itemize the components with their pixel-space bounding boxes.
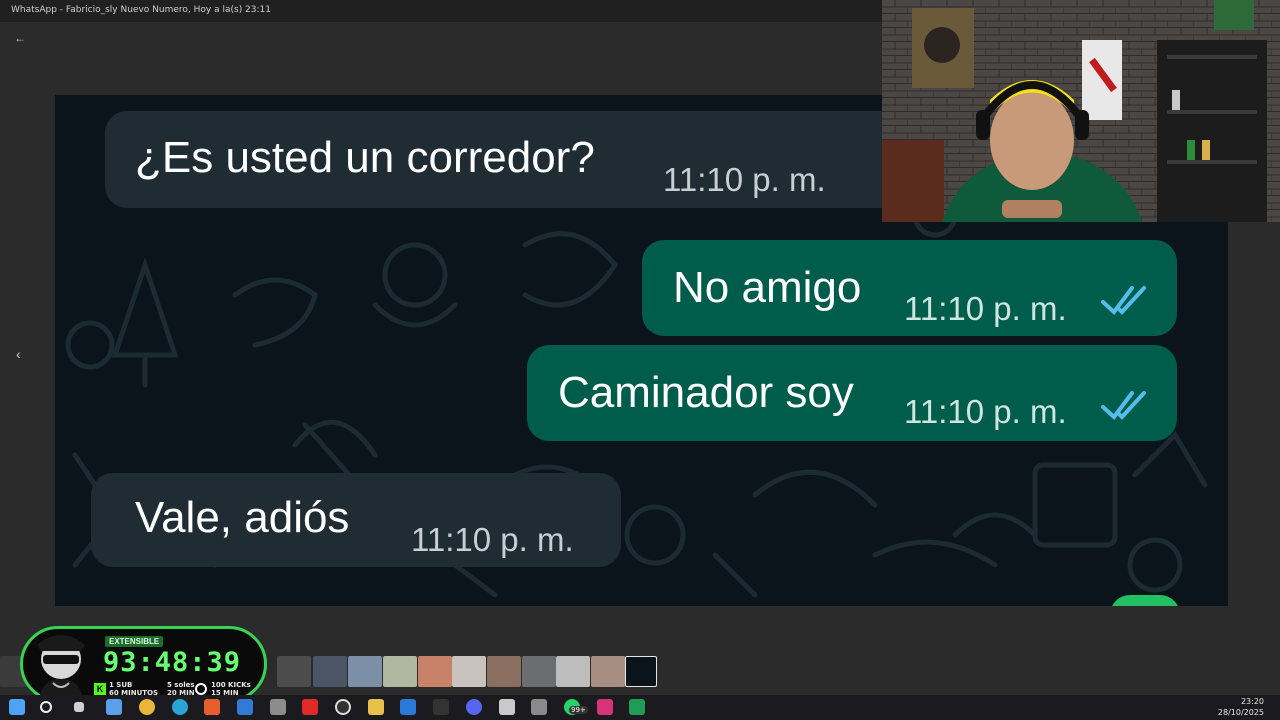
message-time: 11:10 p. m. [904,290,1067,327]
thumbnail[interactable] [418,656,452,687]
message-time: 11:10 p. m. [904,393,1067,430]
task-view-icon[interactable] [74,702,84,712]
app-icon[interactable] [400,699,416,715]
timer-clock: 93:48:39 [103,647,242,678]
thumbnail[interactable] [277,656,311,687]
excel-icon[interactable] [629,699,645,715]
app-icon[interactable] [106,699,122,715]
read-receipt-icon [1101,391,1146,420]
system-clock[interactable]: 23:20 28/10/2025 [1218,696,1264,718]
timer-badge: EXTENSIBLE [105,636,164,647]
chrome-icon[interactable] [139,699,155,715]
message-bubble-incoming: ¿Es usted un corredor? 11:10 p. m. [105,111,923,208]
kick-icon: K [94,683,106,695]
thumbnail[interactable] [487,656,521,687]
stream-timer-widget: EXTENSIBLE 93:48:39 K 1 SUB 60 MINUTOS 5… [20,626,267,702]
thumbnail[interactable] [348,656,382,687]
thumbnail[interactable] [452,656,486,687]
notification-badge: 99+ [569,706,588,714]
thumbnail[interactable] [556,656,590,687]
app-icon[interactable] [499,699,515,715]
app-icon[interactable] [204,699,220,715]
message-bubble-incoming: Vale, adiós 11:10 p. m. [91,473,621,567]
edge-icon[interactable] [172,699,188,715]
previous-image-icon[interactable]: ‹ [16,346,21,362]
streamer-webcam-picture [882,0,1280,222]
webcam-overlay [882,0,1280,222]
thumbnail[interactable] [313,656,347,687]
message-text: No amigo [673,263,862,312]
thumbnail[interactable] [383,656,417,687]
message-bubble-outgoing: No amigo 11:10 p. m. [642,240,1177,336]
thumbnail[interactable] [591,656,625,687]
window-title: WhatsApp - Fabricio_sly Nuevo Numero, Ho… [11,5,271,15]
cartoon-avatar [37,635,85,701]
discord-icon[interactable] [466,699,482,715]
message-bubble-outgoing: Caminador soy 11:10 p. m. [527,345,1177,441]
windows-start-icon[interactable] [9,699,25,715]
clock-date: 28/10/2025 [1217,708,1264,717]
thumbnail[interactable] [522,656,556,687]
taskbar: 99+ 23:20 28/10/2025 [0,695,1280,720]
app-icon[interactable] [270,699,286,715]
app-icon[interactable] [433,699,449,715]
message-time: 11:10 p. m. [663,161,826,198]
clock-time: 23:20 [1240,697,1264,706]
message-time: 11:10 p. m. [411,521,574,558]
thumbnail-selected[interactable] [625,656,657,687]
back-arrow-icon[interactable]: ← [14,31,26,45]
app-icon[interactable] [597,699,613,715]
kicks-icon [195,683,207,695]
message-text: Caminador soy [558,368,854,417]
read-receipt-icon [1101,286,1146,315]
app-icon[interactable] [237,699,253,715]
message-text: ¿Es usted un corredor? [135,133,595,182]
folder-icon[interactable] [368,699,384,715]
search-icon[interactable] [40,701,52,713]
obs-icon[interactable] [335,699,351,715]
message-text: Vale, adiós [135,493,350,542]
scroll-button-fragment [1110,595,1180,606]
calculator-icon[interactable] [531,699,547,715]
app-icon[interactable] [302,699,318,715]
